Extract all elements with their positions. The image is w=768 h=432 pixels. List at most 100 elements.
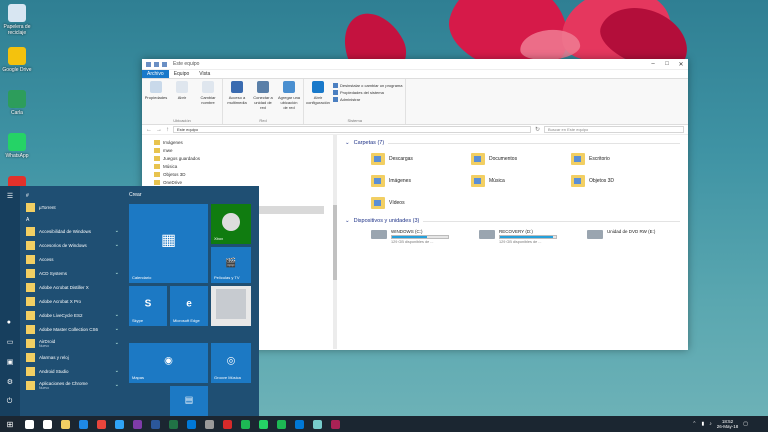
tile-photos[interactable]: [211, 286, 251, 326]
folders-section-header[interactable]: ⌄ Carpetas (7): [345, 139, 680, 147]
folder-item[interactable]: Documentos: [471, 151, 571, 167]
open-settings-button[interactable]: Abrir configuración: [306, 81, 330, 118]
app-list-item[interactable]: Accesibilidad de Windows ⌄: [20, 224, 125, 238]
app-list-item[interactable]: AirDroid Nuevo ⌄: [20, 336, 125, 350]
chevron-up-icon[interactable]: ⌃: [692, 421, 696, 427]
nav-item[interactable]: Juegos guardados: [154, 154, 336, 162]
manage-link[interactable]: Administrar: [333, 97, 402, 102]
taskbar-app[interactable]: [110, 416, 128, 432]
taskbar-app[interactable]: [164, 416, 182, 432]
tile-skype[interactable]: S Skype: [129, 286, 167, 326]
desktop-shortcut[interactable]: WhatsApp: [2, 133, 32, 173]
minimize-button[interactable]: –: [646, 61, 660, 68]
folder-item[interactable]: Imágenes: [371, 173, 471, 189]
gear-icon[interactable]: ⚙: [7, 378, 14, 386]
folder-item[interactable]: Descargas: [371, 151, 471, 167]
taskbar-app[interactable]: [236, 416, 254, 432]
taskbar-app[interactable]: [92, 416, 110, 432]
tile-xbox[interactable]: Xbox: [211, 204, 251, 244]
app-list-item[interactable]: Alarmas y reloj: [20, 350, 125, 364]
app-list-item[interactable]: Access: [20, 252, 125, 266]
nav-item[interactable]: Música: [154, 162, 336, 170]
tile-calculator[interactable]: ▤: [170, 386, 208, 416]
nav-item[interactable]: mwe: [154, 146, 336, 154]
quick-access-icon[interactable]: [154, 61, 159, 67]
app-list-item[interactable]: Adobe LiveCycle ES2 ⌄: [20, 308, 125, 322]
desktop-shortcut[interactable]: Carla: [2, 90, 32, 130]
tab-archivo[interactable]: Archivo: [142, 70, 169, 78]
pictures-icon[interactable]: ▣: [7, 358, 14, 366]
taskbar-app[interactable]: [254, 416, 272, 432]
address-field[interactable]: Este equipo: [173, 126, 531, 133]
open-button[interactable]: Abrir: [171, 81, 193, 118]
app-list-item[interactable]: Accesorios de Windows ⌄: [20, 238, 125, 252]
tile-movies-tv[interactable]: 🎬 Películas y TV: [211, 247, 251, 283]
close-button[interactable]: ✕: [674, 61, 688, 68]
desktop-shortcut[interactable]: Google Drive: [2, 47, 32, 87]
tab-equipo[interactable]: Equipo: [169, 70, 195, 78]
documents-icon[interactable]: ▭: [7, 338, 14, 346]
nav-item[interactable]: OneDrive: [154, 178, 336, 186]
folder-item[interactable]: Escritorio: [571, 151, 671, 167]
drive-item[interactable]: WINDOWS (C:) 129 GB disponibles de ...: [371, 229, 451, 244]
taskbar-app[interactable]: [200, 416, 218, 432]
folder-item[interactable]: Música: [471, 173, 571, 189]
app-list-letter-header[interactable]: A: [20, 214, 125, 224]
taskbar-app[interactable]: [182, 416, 200, 432]
app-list-item[interactable]: Adobe Acrobat Distiller X: [20, 280, 125, 294]
folder-item[interactable]: Objetos 3D: [571, 173, 671, 189]
hamburger-menu-icon[interactable]: ☰: [7, 192, 13, 200]
taskbar-app[interactable]: [38, 416, 56, 432]
clock[interactable]: 18:52 26-May-18: [717, 419, 739, 429]
tile-calendar[interactable]: ▦ Calendario: [129, 204, 208, 283]
taskbar-app[interactable]: [74, 416, 92, 432]
maximize-button[interactable]: □: [660, 61, 674, 68]
drive-item[interactable]: RECOVERY (D:) 129 GB disponibles de ...: [479, 229, 559, 244]
properties-button[interactable]: Propiedades: [145, 81, 167, 118]
quick-access-icon[interactable]: [162, 61, 167, 67]
add-network-location-button[interactable]: Agregar una ubicación de red: [278, 81, 300, 118]
quick-access-icon[interactable]: [146, 61, 151, 67]
taskbar-app[interactable]: [218, 416, 236, 432]
drives-section-header[interactable]: ⌄ Dispositivos y unidades (3): [345, 217, 680, 225]
app-list-item[interactable]: Android Studio ⌄: [20, 364, 125, 378]
search-input[interactable]: Buscar en Este equipo: [544, 126, 684, 133]
system-properties-link[interactable]: Propiedades del sistema: [333, 90, 402, 95]
taskbar-app[interactable]: [308, 416, 326, 432]
tab-vista[interactable]: Vista: [194, 70, 215, 78]
folder-item[interactable]: Vídeos: [371, 195, 471, 211]
taskbar-app[interactable]: [290, 416, 308, 432]
taskbar-app[interactable]: [128, 416, 146, 432]
nav-item[interactable]: Objetos 3D: [154, 170, 336, 178]
forward-arrow-icon[interactable]: →: [156, 127, 162, 133]
back-arrow-icon[interactable]: ←: [146, 127, 152, 133]
app-list-letter-header[interactable]: #: [20, 190, 125, 200]
desktop-shortcut[interactable]: Papelera de reciclaje: [2, 4, 32, 44]
app-list-item[interactable]: µTorrent: [20, 200, 125, 214]
tile-maps[interactable]: ◉ Mapas: [129, 343, 208, 383]
nav-scrollbar[interactable]: [333, 135, 337, 349]
app-list-item[interactable]: Aplicaciones de Chrome Nuevo ⌄: [20, 378, 125, 392]
nav-item[interactable]: Imágenes: [154, 138, 336, 146]
scrollbar-thumb[interactable]: [333, 205, 337, 280]
start-button[interactable]: ⊞: [0, 416, 20, 432]
app-list-item[interactable]: ACD Systems ⌄: [20, 266, 125, 280]
up-arrow-icon[interactable]: ↑: [166, 127, 169, 133]
refresh-icon[interactable]: ↻: [535, 126, 540, 133]
uninstall-program-link[interactable]: Desinstalar o cambiar un programa: [333, 83, 402, 88]
taskbar-app[interactable]: [56, 416, 74, 432]
app-list-item[interactable]: Adobe Acrobat X Pro: [20, 294, 125, 308]
notifications-icon[interactable]: ▢: [743, 421, 748, 427]
taskbar-app[interactable]: [146, 416, 164, 432]
tile-groove[interactable]: ◎ Groove Música: [211, 343, 251, 383]
taskbar-app[interactable]: [272, 416, 290, 432]
media-access-button[interactable]: Acceso a multimedia: [226, 81, 248, 118]
taskbar-app[interactable]: [20, 416, 38, 432]
tile-edge[interactable]: e Microsoft Edge: [170, 286, 208, 326]
power-icon[interactable]: ⏻: [7, 398, 14, 406]
taskbar-app[interactable]: [326, 416, 344, 432]
rename-button[interactable]: Cambiar nombre: [197, 81, 219, 118]
drive-item[interactable]: Unidad de DVD RW (E:): [587, 229, 667, 244]
app-list-item[interactable]: Adobe Master Collection CS6 ⌄: [20, 322, 125, 336]
map-network-drive-button[interactable]: Conectar a unidad de red: [252, 81, 274, 118]
